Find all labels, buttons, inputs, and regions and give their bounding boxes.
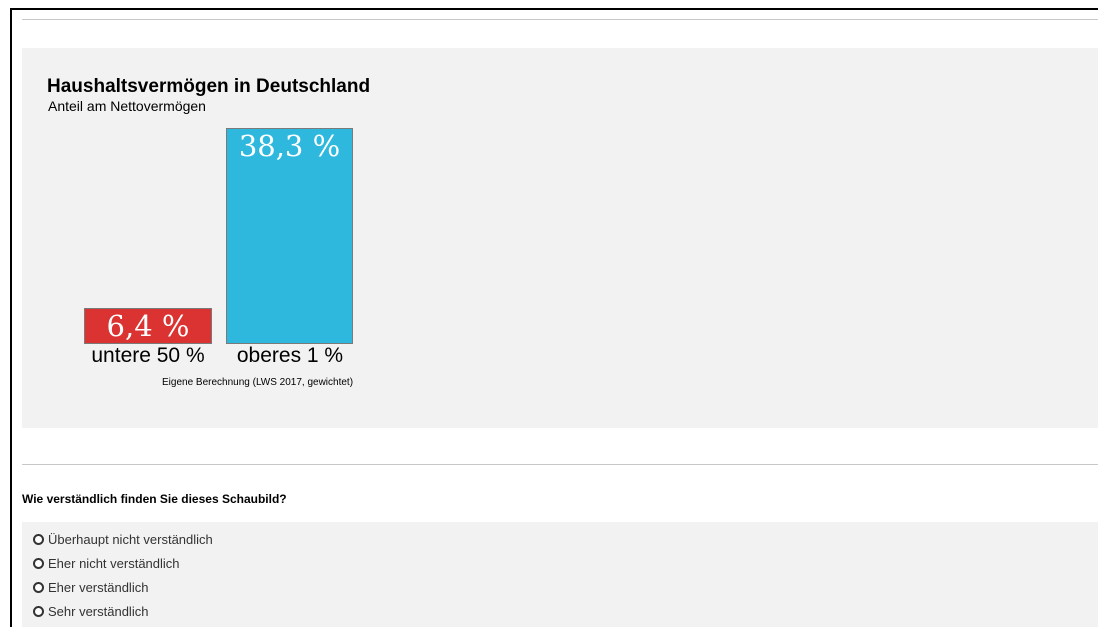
answer-options: Überhaupt nicht verständlich Eher nicht … — [22, 522, 1098, 627]
divider-top — [22, 19, 1098, 20]
option-label: Sehr verständlich — [48, 603, 149, 619]
frame-border-top — [10, 8, 1098, 10]
option-label: Überhaupt nicht verständlich — [48, 531, 213, 547]
bar-oberes-1: 38,3 % — [226, 128, 353, 344]
category-label-oberes: oberes 1 % — [236, 344, 344, 367]
radio-button[interactable] — [33, 557, 44, 569]
radio-button[interactable] — [33, 605, 44, 617]
option-ueberhaupt-nicht-verstaendlich[interactable]: Überhaupt nicht verständlich — [33, 529, 213, 549]
chart-subtitle: Anteil am Nettovermögen — [48, 98, 206, 114]
radio-button[interactable] — [33, 533, 44, 545]
question-text: Wie verständlich finden Sie dieses Schau… — [22, 492, 287, 506]
option-label: Eher verständlich — [48, 579, 149, 595]
divider-question — [22, 464, 1098, 465]
option-label: Eher nicht verständlich — [48, 555, 180, 571]
chart-title: Haushaltsvermögen in Deutschland — [47, 76, 371, 97]
bar-value-label: 38,3 % — [238, 129, 341, 163]
option-eher-nicht-verstaendlich[interactable]: Eher nicht verständlich — [33, 553, 180, 573]
frame-border-left — [10, 8, 12, 627]
bar-untere-50: 6,4 % — [84, 308, 212, 344]
radio-button[interactable] — [33, 581, 44, 593]
bar-value-label: 6,4 % — [106, 309, 190, 343]
category-label-untere: untere 50 % — [91, 344, 205, 367]
chart-source-note: Eigene Berechnung (LWS 2017, gewichtet) — [162, 377, 354, 388]
option-eher-verstaendlich[interactable]: Eher verständlich — [33, 577, 148, 597]
option-sehr-verstaendlich[interactable]: Sehr verständlich — [33, 601, 148, 621]
